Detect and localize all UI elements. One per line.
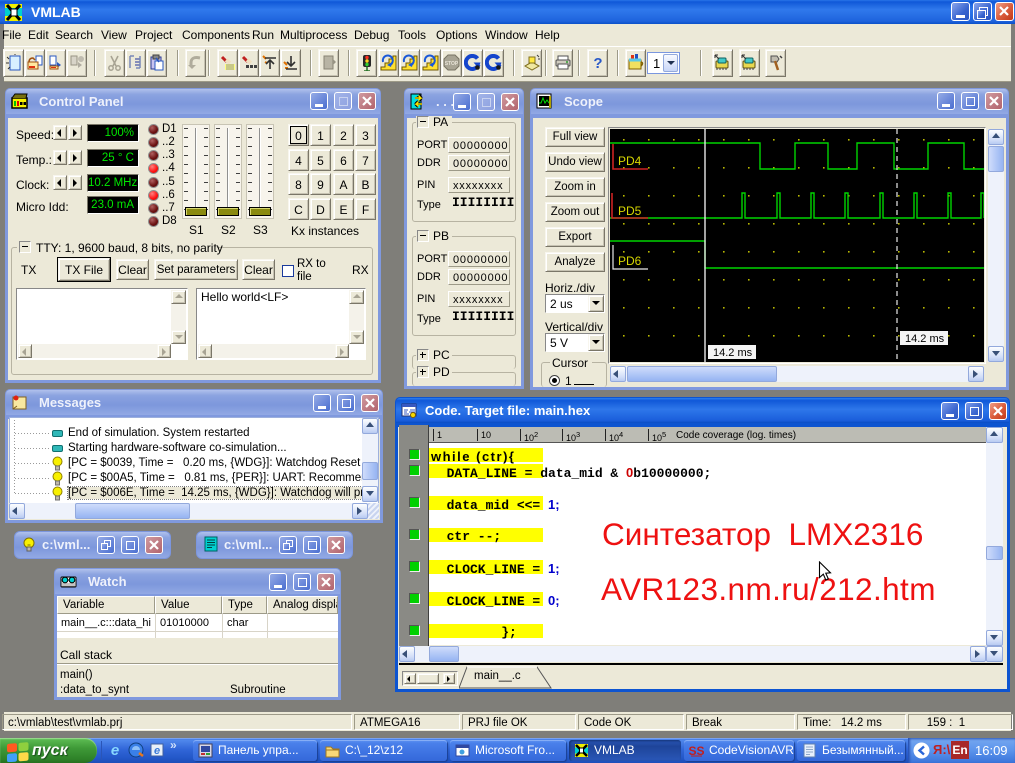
svg-text:14.2 ms: 14.2 ms — [905, 333, 945, 345]
svg-text:14.2 ms: 14.2 ms — [713, 347, 753, 359]
svg-text:?: ? — [593, 55, 602, 71]
svg-text:e: e — [111, 742, 119, 758]
svg-text:STOP: STOP — [445, 61, 459, 67]
svg-text:PD5: PD5 — [618, 204, 642, 218]
svg-text:e: e — [154, 745, 160, 757]
svg-text:PD6: PD6 — [618, 254, 642, 268]
svg-text:PD4: PD4 — [618, 154, 642, 168]
